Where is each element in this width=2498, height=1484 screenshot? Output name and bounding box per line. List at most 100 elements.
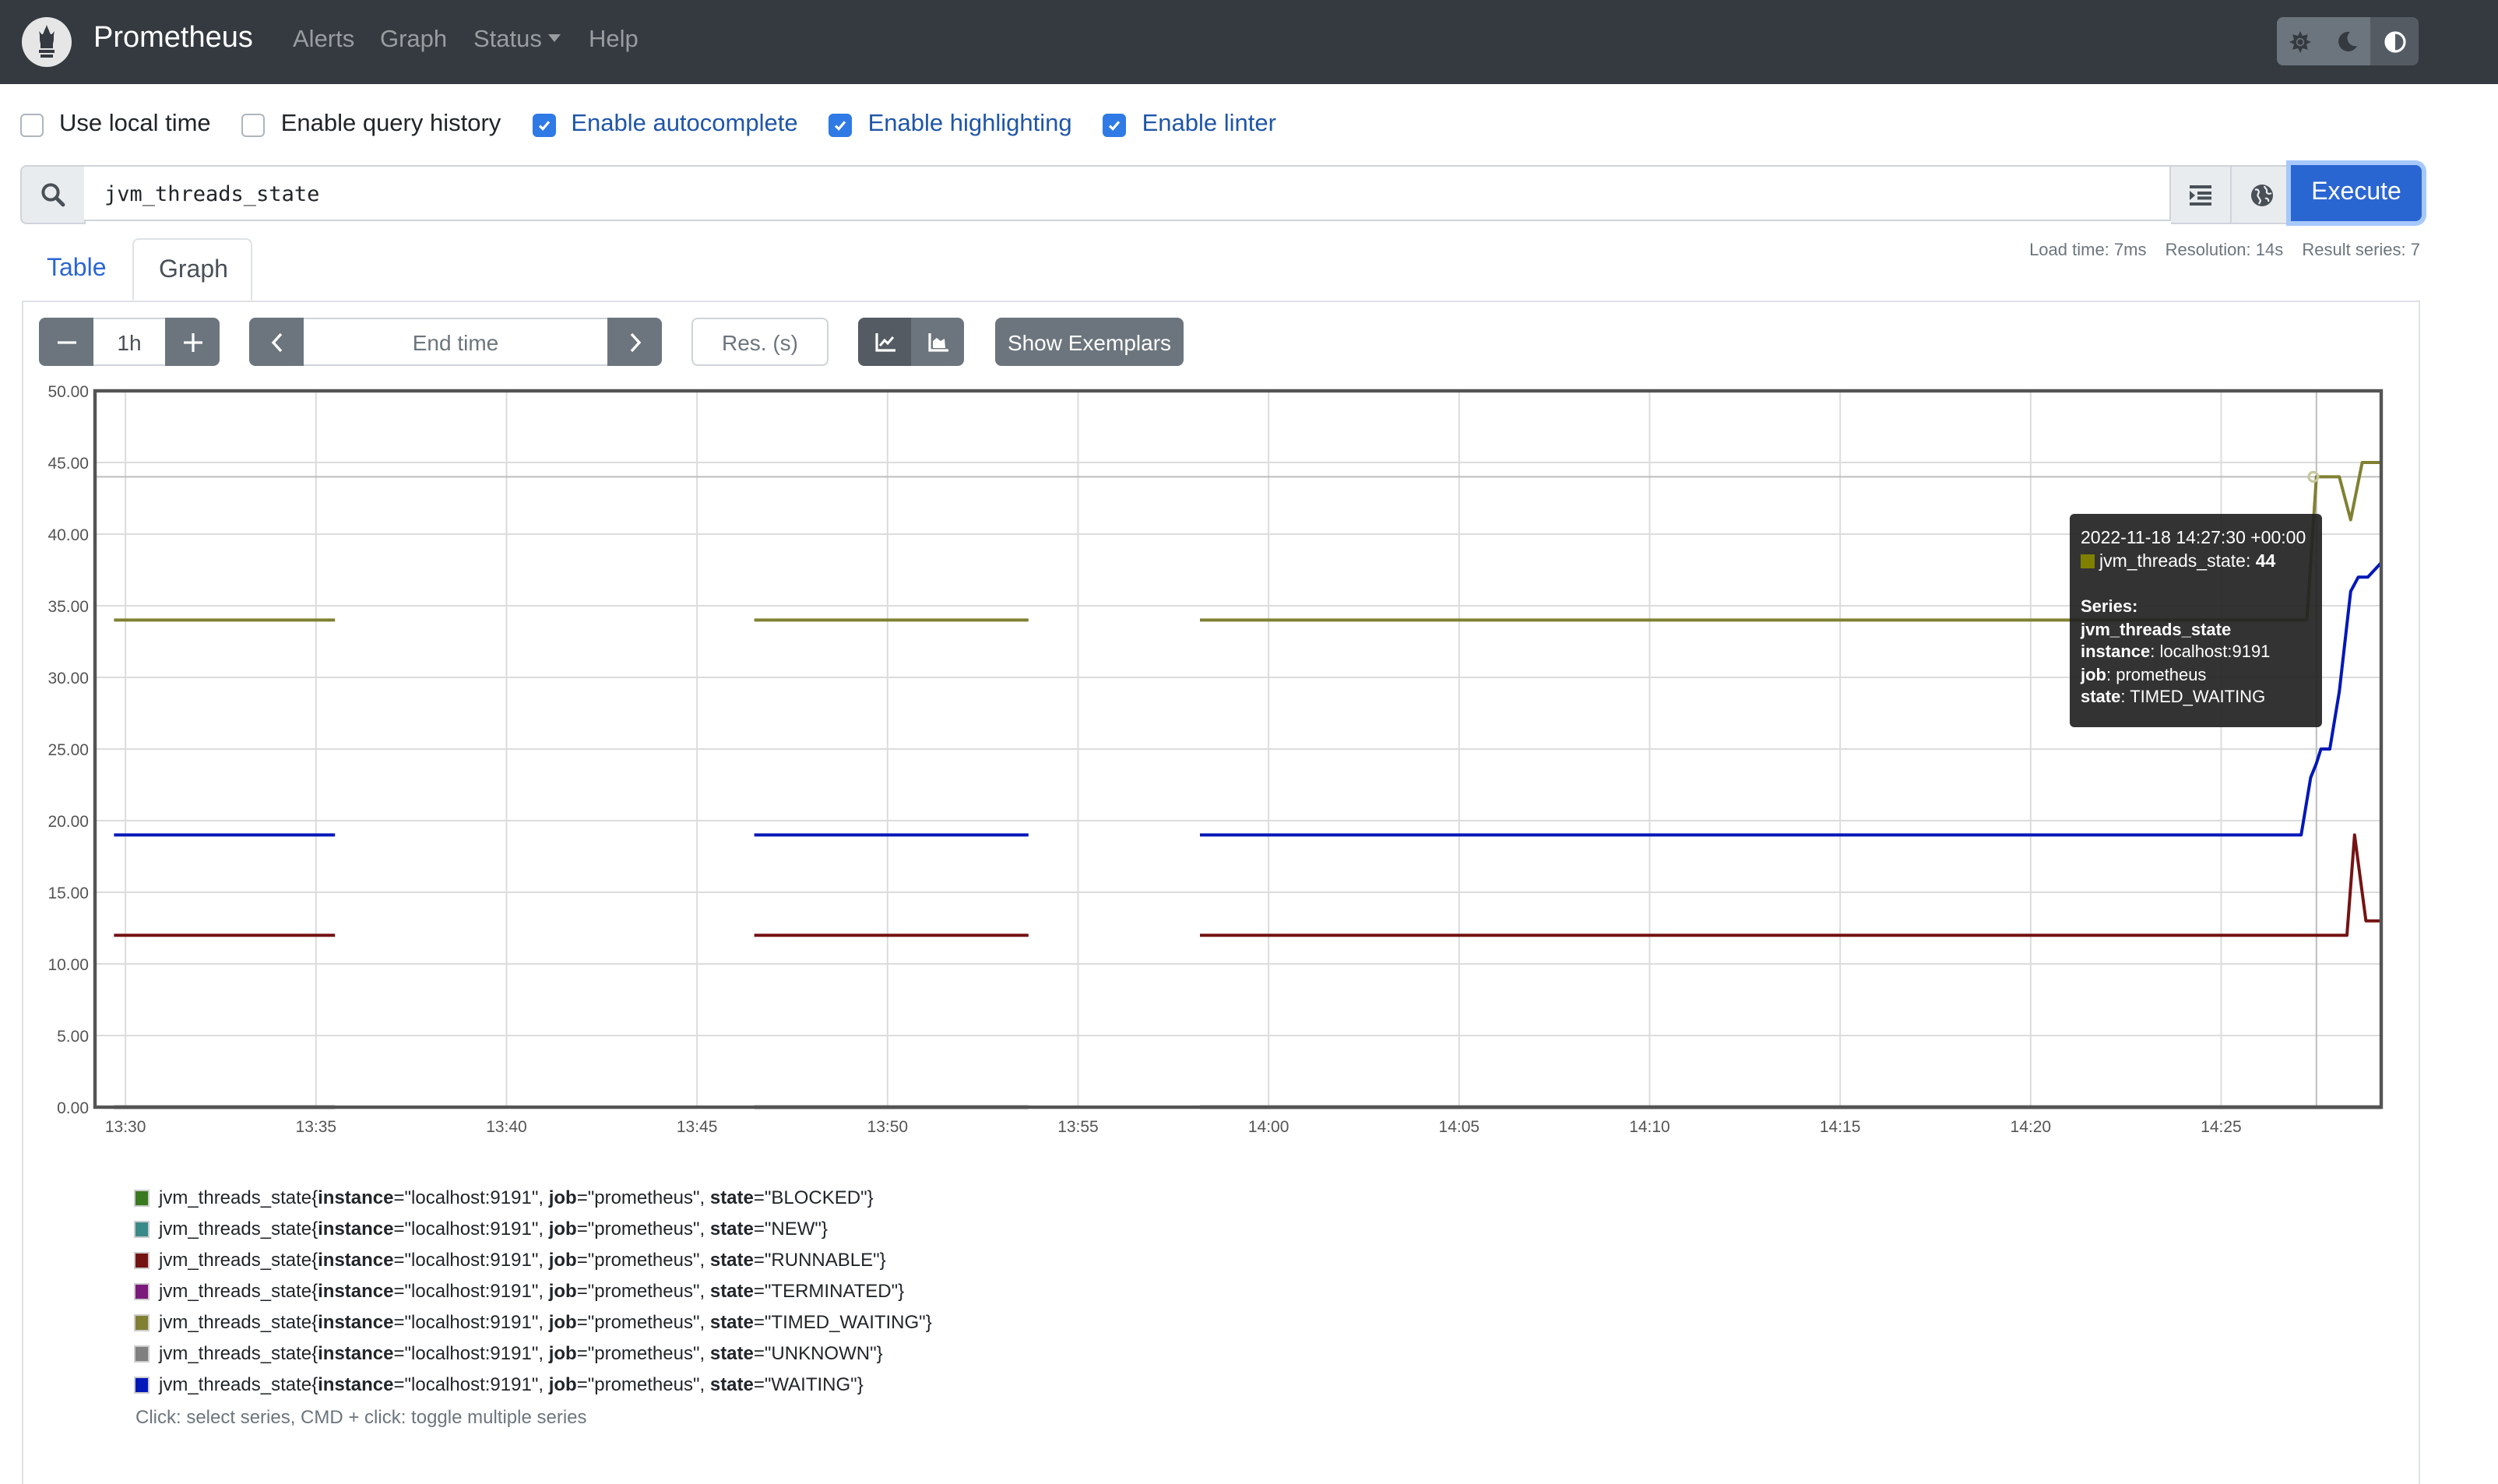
tooltip-series-labels: Series: jvm_threads_state instance: loca…	[2081, 596, 2311, 709]
use-local-time-checkbox[interactable]	[20, 113, 44, 136]
top-navbar: Prometheus Alerts Graph Status Help	[0, 0, 2498, 84]
prometheus-app: Prometheus Alerts Graph Status Help Use …	[0, 0, 2498, 1484]
legend-label: jvm_threads_state{instance="localhost:91…	[159, 1373, 864, 1395]
minus-icon	[57, 340, 76, 343]
chevron-right-icon	[629, 332, 641, 352]
legend-color-swatch	[134, 1251, 150, 1268]
range-input[interactable]: 1h	[93, 318, 165, 366]
enable-autocomplete-checkbox[interactable]	[532, 113, 556, 136]
stacked-chart-button[interactable]	[911, 318, 964, 366]
legend-item[interactable]: jvm_threads_state{instance="localhost:91…	[134, 1244, 932, 1275]
tooltip-metric: jvm_threads_state	[2099, 553, 2246, 571]
legend-item[interactable]: jvm_threads_state{instance="localhost:91…	[134, 1182, 932, 1213]
legend-label: jvm_threads_state{instance="localhost:91…	[159, 1249, 886, 1271]
range-control: 1h	[39, 318, 220, 366]
legend-label: jvm_threads_state{instance="localhost:91…	[159, 1187, 874, 1208]
plus-icon	[183, 332, 202, 351]
increase-range-button[interactable]	[165, 318, 220, 366]
half-circle-contrast-icon	[2384, 30, 2405, 52]
sun-icon	[2289, 30, 2311, 52]
end-time-control: End time	[249, 318, 662, 366]
tooltip-value: 44	[2255, 553, 2276, 571]
tooltip-label-key: job	[2081, 666, 2106, 684]
light-theme-button[interactable]	[2277, 17, 2324, 65]
execute-button[interactable]: Execute	[2291, 165, 2422, 221]
legend-item[interactable]: jvm_threads_state{instance="localhost:91…	[134, 1275, 932, 1306]
expression-input[interactable]: jvm_threads_state	[84, 165, 2171, 221]
load-time-stat: Load time: 7ms	[2029, 241, 2147, 260]
legend-item[interactable]: jvm_threads_state{instance="localhost:91…	[134, 1306, 932, 1338]
brand-title[interactable]: Prometheus	[93, 22, 253, 56]
tooltip-label-value: prometheus	[2116, 666, 2207, 684]
legend-color-swatch	[134, 1345, 150, 1362]
checkmark-icon	[538, 120, 550, 130]
enable-linter-option[interactable]: Enable linter	[1103, 111, 1276, 139]
legend-item[interactable]: jvm_threads_state{instance="localhost:91…	[134, 1338, 932, 1369]
enable-highlighting-label[interactable]: Enable highlighting	[868, 111, 1072, 139]
search-icon	[41, 183, 65, 207]
tooltip-label-key: instance	[2081, 643, 2151, 662]
use-local-time-label[interactable]: Use local time	[59, 111, 211, 139]
query-stats: Load time: 7ms Resolution: 14s Result se…	[2015, 241, 2420, 260]
format-expression-button[interactable]	[2171, 165, 2232, 224]
tooltip-timestamp: 2022-11-18 14:27:30 +00:00	[2081, 529, 2306, 548]
enable-query-history-checkbox[interactable]	[241, 113, 266, 136]
enable-highlighting-option[interactable]: Enable highlighting	[829, 111, 1072, 139]
tooltip-label-row: state: TIMED_WAITING	[2081, 688, 2266, 707]
legend-label: jvm_threads_state{instance="localhost:91…	[159, 1280, 905, 1302]
dark-theme-button[interactable]	[2324, 17, 2370, 65]
checkmark-icon	[835, 120, 846, 130]
tab-graph[interactable]: Graph	[132, 238, 252, 301]
moon-icon	[2338, 31, 2356, 51]
legend-color-swatch	[134, 1189, 150, 1206]
legend-color-swatch	[134, 1376, 150, 1393]
enable-autocomplete-label[interactable]: Enable autocomplete	[571, 111, 797, 139]
legend-label: jvm_threads_state{instance="localhost:91…	[159, 1342, 883, 1364]
tooltip-series-name: jvm_threads_state	[2081, 621, 2232, 639]
chevron-left-icon	[270, 332, 282, 352]
expression-bar: jvm_threads_state Execute	[20, 165, 2422, 224]
tooltip-series-heading: Series:	[2081, 598, 2138, 617]
previous-time-button[interactable]	[249, 318, 304, 366]
enable-query-history-option[interactable]: Enable query history	[241, 111, 501, 139]
tooltip-value-row: jvm_threads_state: 44	[2081, 551, 2311, 575]
unstacked-chart-button[interactable]	[858, 318, 911, 366]
result-series-stat: Result series: 7	[2302, 241, 2420, 260]
search-icon-box	[20, 165, 86, 224]
enable-linter-label[interactable]: Enable linter	[1142, 111, 1276, 139]
nav-help-link[interactable]: Help	[589, 26, 639, 55]
legend-item[interactable]: jvm_threads_state{instance="localhost:91…	[134, 1369, 932, 1400]
enable-linter-checkbox[interactable]	[1103, 113, 1127, 136]
chart-type-toggle	[858, 318, 964, 366]
theme-toggle-group	[2277, 17, 2419, 65]
tooltip-label-value: TIMED_WAITING	[2130, 688, 2266, 707]
enable-autocomplete-option[interactable]: Enable autocomplete	[532, 111, 798, 139]
end-time-input[interactable]: End time	[304, 318, 607, 366]
tooltip-label-row: instance: localhost:9191	[2081, 643, 2271, 662]
tooltip-label-value: localhost:9191	[2159, 643, 2271, 662]
legend-color-swatch	[134, 1220, 150, 1237]
enable-highlighting-checkbox[interactable]	[829, 113, 853, 136]
enable-query-history-label[interactable]: Enable query history	[281, 111, 501, 139]
tooltip-label-row: job: prometheus	[2081, 666, 2207, 684]
decrease-range-button[interactable]	[39, 318, 93, 366]
line-chart-icon	[874, 332, 895, 351]
nav-graph-link[interactable]: Graph	[380, 26, 447, 55]
browser-theme-button[interactable]	[2370, 17, 2419, 65]
resolution-input[interactable]: Res. (s)	[691, 318, 829, 366]
use-local-time-option[interactable]: Use local time	[20, 111, 211, 139]
metrics-explorer-button[interactable]	[2232, 165, 2292, 224]
prometheus-logo-icon[interactable]	[22, 17, 72, 67]
checkmark-icon	[1109, 120, 1121, 130]
nav-status-dropdown[interactable]: Status	[473, 26, 561, 55]
legend-color-swatch	[134, 1313, 150, 1331]
nav-status-label: Status	[473, 26, 542, 53]
show-exemplars-button[interactable]: Show Exemplars	[995, 318, 1184, 366]
tab-table[interactable]: Table	[22, 238, 132, 301]
next-time-button[interactable]	[607, 318, 662, 366]
tooltip-label-key: state	[2081, 688, 2121, 707]
nav-alerts-link[interactable]: Alerts	[293, 26, 354, 55]
legend-label: jvm_threads_state{instance="localhost:91…	[159, 1218, 828, 1240]
hover-tooltip: 2022-11-18 14:27:30 +00:00 jvm_threads_s…	[2070, 514, 2322, 727]
legend-item[interactable]: jvm_threads_state{instance="localhost:91…	[134, 1213, 932, 1244]
